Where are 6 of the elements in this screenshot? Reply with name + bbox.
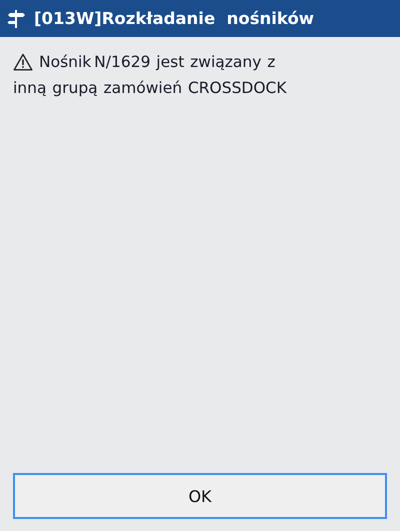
signpost-icon xyxy=(6,8,26,28)
warning-message: inną grupą zamówień CROSSDOCK xyxy=(13,78,287,99)
window-title: [013W]Rozkładanie nośników xyxy=(34,9,314,28)
warning-message: Nośnik N/1629 jest związany z xyxy=(39,52,276,73)
ok-button[interactable]: OK xyxy=(13,473,387,519)
warning-icon xyxy=(13,53,33,71)
